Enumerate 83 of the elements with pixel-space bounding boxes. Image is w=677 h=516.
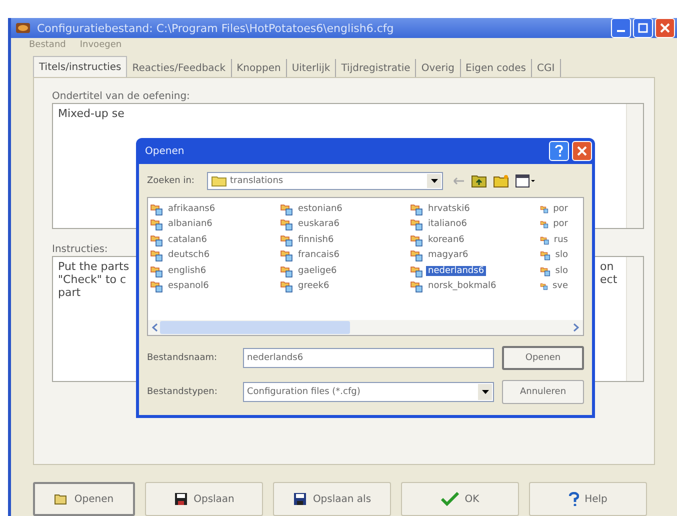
- config-file-icon: [280, 217, 294, 232]
- file-item[interactable]: afrikaans6: [150, 201, 280, 216]
- toolbar-button[interactable]: OK: [401, 482, 519, 516]
- view-menu-icon[interactable]: [515, 174, 535, 188]
- config-file-icon: [150, 202, 164, 216]
- config-file-icon: [410, 232, 424, 247]
- file-item[interactable]: espanol6: [150, 278, 280, 294]
- config-file-icon: [280, 264, 294, 278]
- config-file-icon: [410, 248, 424, 262]
- open-button[interactable]: Openen: [502, 346, 584, 370]
- config-file-icon: [410, 202, 424, 216]
- file-type-label: Bestandstypen:: [147, 387, 218, 397]
- dropdown-arrow-icon: [430, 179, 438, 183]
- minimize-button[interactable]: [611, 18, 631, 38]
- look-in-label: Zoeken in:: [147, 176, 196, 186]
- file-item[interactable]: slo: [540, 248, 570, 263]
- file-item[interactable]: sve: [540, 278, 570, 294]
- toolbar-button[interactable]: Help: [529, 482, 647, 516]
- up-folder-icon[interactable]: [471, 174, 487, 188]
- config-file-icon: [280, 248, 294, 262]
- horizontal-scrollbar[interactable]: [148, 320, 583, 335]
- window-title: Configuratiebestand: C:\Program Files\HotPotatoes6\english6.cfg: [37, 22, 395, 34]
- file-item[interactable]: gaelige6: [280, 263, 410, 278]
- config-file-icon: [150, 279, 164, 294]
- config-file-icon: [280, 232, 294, 247]
- file-item[interactable]: italiano6: [410, 216, 540, 232]
- file-item[interactable]: korean6: [410, 232, 540, 248]
- file-item[interactable]: hrvatski6: [410, 201, 540, 216]
- config-file-icon: [150, 217, 164, 232]
- dialog-title: Openen: [145, 146, 186, 156]
- config-file-icon: [410, 264, 424, 278]
- file-item[interactable]: francais6: [280, 248, 410, 263]
- dropdown-arrow-icon: [482, 390, 488, 394]
- file-item[interactable]: por: [540, 216, 570, 232]
- look-in-dropdown[interactable]: translations: [207, 172, 443, 190]
- minimize-icon: [617, 30, 625, 32]
- folder-icon: [211, 175, 227, 187]
- file-item[interactable]: euskara6: [280, 216, 410, 232]
- close-button[interactable]: [655, 18, 675, 38]
- config-file-icon: [410, 217, 424, 232]
- config-file-icon: [150, 232, 164, 247]
- file-item[interactable]: por: [540, 201, 570, 216]
- field-label: Ondertitel van de oefening:: [52, 91, 190, 103]
- close-icon: [577, 146, 587, 156]
- config-file-icon: [410, 279, 424, 294]
- scroll-left-icon[interactable]: [152, 323, 158, 332]
- help-button[interactable]: [549, 141, 569, 161]
- help-icon: [555, 145, 563, 157]
- file-item[interactable]: rus: [540, 232, 570, 248]
- file-item[interactable]: slo: [540, 263, 570, 278]
- file-item[interactable]: nederlands6: [410, 263, 540, 278]
- checkmark-icon: [440, 492, 459, 506]
- file-item[interactable]: greek6: [280, 278, 410, 294]
- toolbar-button[interactable]: Opslaan: [145, 482, 263, 516]
- file-item[interactable]: estonian6: [280, 201, 410, 216]
- file-type-dropdown[interactable]: Configuration files (*.cfg): [243, 382, 494, 402]
- maximize-icon: [638, 23, 648, 33]
- close-icon: [660, 23, 670, 33]
- help-icon: [568, 492, 579, 506]
- file-name-field[interactable]: nederlands6: [243, 348, 494, 368]
- file-name-label: Bestandsnaam:: [147, 353, 218, 363]
- file-item[interactable]: english6: [150, 263, 280, 278]
- scroll-right-icon[interactable]: [573, 323, 579, 332]
- maximize-button[interactable]: [633, 18, 653, 38]
- toolbar-button[interactable]: Opslaan als: [273, 482, 391, 516]
- file-item[interactable]: albanian6: [150, 216, 280, 232]
- new-folder-icon[interactable]: [493, 174, 509, 188]
- file-item[interactable]: finnish6: [280, 232, 410, 248]
- tab[interactable]: Titels/instructies: [33, 56, 128, 77]
- toolbar-button[interactable]: Openen: [33, 482, 135, 516]
- config-file-icon: [150, 264, 164, 278]
- file-item[interactable]: catalan6: [150, 232, 280, 248]
- app-icon: [15, 21, 31, 35]
- cancel-button[interactable]: Annuleren: [502, 380, 584, 404]
- close-button[interactable]: [572, 141, 592, 161]
- file-item[interactable]: norsk_bokmal6: [410, 278, 540, 294]
- file-item[interactable]: deutsch6: [150, 248, 280, 263]
- folder-icon: [54, 493, 68, 505]
- field-label: Instructies:: [52, 244, 108, 256]
- config-file-icon: [150, 248, 164, 262]
- file-item[interactable]: magyar6: [410, 248, 540, 263]
- config-file-icon: [280, 202, 294, 216]
- config-file-icon: [280, 279, 294, 294]
